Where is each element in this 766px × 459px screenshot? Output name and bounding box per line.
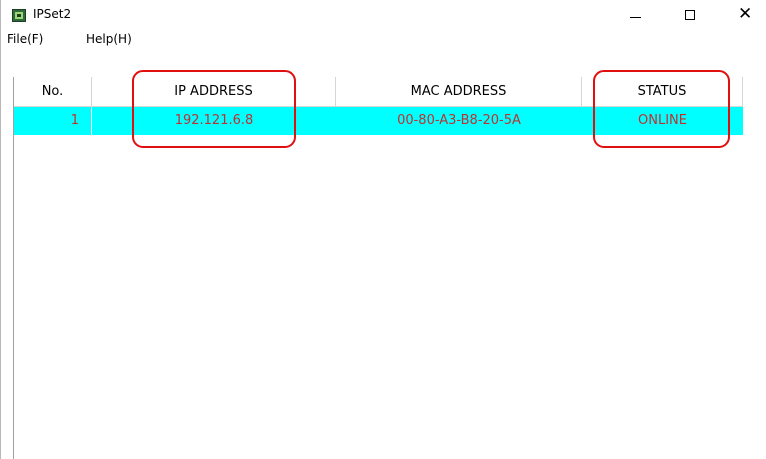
column-header-no[interactable]: No. xyxy=(14,77,92,106)
device-list[interactable]: No. IP ADDRESS MAC ADDRESS STATUS 1 192.… xyxy=(13,77,743,459)
menu-help[interactable]: Help(H) xyxy=(86,32,132,46)
menu-file[interactable]: File(F) xyxy=(7,32,43,46)
lan-icon xyxy=(12,9,26,22)
row-status: ONLINE xyxy=(638,113,687,128)
table-row[interactable]: 1 192.121.6.8 00-80-A3-B8-20-5A ONLINE xyxy=(14,107,743,135)
list-header: No. IP ADDRESS MAC ADDRESS STATUS xyxy=(14,77,743,107)
row-ip-address: 192.121.6.8 xyxy=(174,113,254,128)
minimize-button[interactable] xyxy=(612,0,658,30)
close-button[interactable]: ✕ xyxy=(722,0,766,30)
column-header-mac-address[interactable]: MAC ADDRESS xyxy=(336,77,582,106)
column-header-ip-address[interactable]: IP ADDRESS xyxy=(92,77,336,106)
column-header-status[interactable]: STATUS xyxy=(582,77,743,106)
row-number: 1 xyxy=(14,107,92,135)
window-title: IPSet2 xyxy=(33,7,72,21)
close-icon: ✕ xyxy=(738,4,753,24)
maximize-button[interactable] xyxy=(667,0,713,30)
app-window: IPSet2 ✕ File(F) Help(H) No. IP ADDRESS … xyxy=(0,0,766,459)
row-mac-address: 00-80-A3-B8-20-5A xyxy=(397,113,521,128)
title-bar[interactable]: IPSet2 ✕ xyxy=(1,0,766,30)
maximize-icon xyxy=(685,10,695,20)
minimize-icon xyxy=(630,17,641,18)
menu-bar: File(F) Help(H) xyxy=(1,30,766,50)
